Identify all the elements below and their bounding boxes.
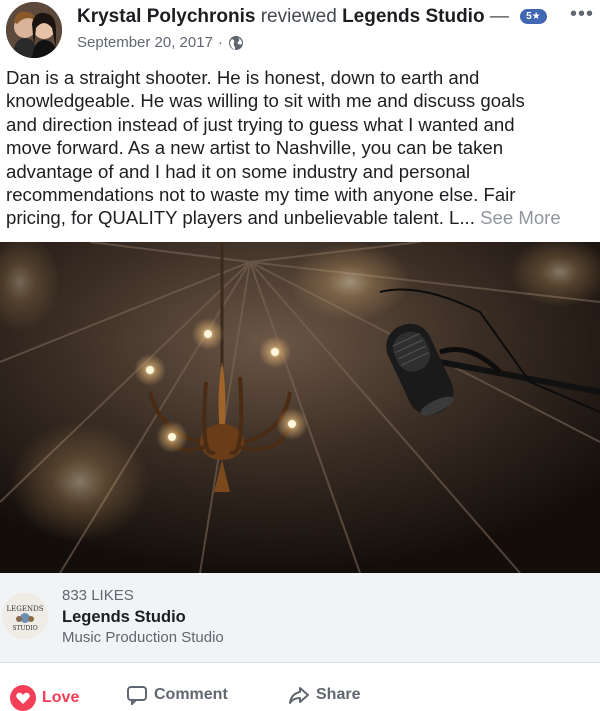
author-name[interactable]: Krystal Polychronis (77, 6, 255, 27)
comment-button[interactable]: Comment (126, 685, 228, 705)
share-button[interactable]: Share (288, 685, 360, 705)
svg-text:LEGENDS: LEGENDS (7, 605, 44, 613)
review-text: Dan is a straight shooter. He is honest,… (6, 66, 600, 230)
reviewed-page-link[interactable]: Legends Studio (342, 6, 485, 27)
page-info-bar[interactable]: LEGENDS STUDIO 833 LIKES Legends Studio … (0, 573, 600, 662)
review-line-last: pricing, for QUALITY players and unbelie… (6, 206, 600, 229)
share-label: Share (316, 686, 361, 703)
post-actions-bar: Love Comment Share (0, 662, 600, 711)
review-verb: reviewed (260, 6, 337, 27)
review-line: pricing, for QUALITY players and unbelie… (6, 207, 475, 229)
post-author-line: Krystal Polychronis reviewed Legends Stu… (77, 5, 547, 29)
dot-separator: · (217, 34, 223, 51)
post-dateline: September 20, 2017 · (77, 33, 244, 53)
page-category: Music Production Studio (62, 629, 224, 646)
separator: — (489, 6, 509, 27)
comment-label: Comment (154, 686, 228, 703)
love-label: Love (42, 689, 80, 706)
review-line: move forward. As a new artist to Nashvil… (6, 137, 504, 159)
love-button[interactable]: Love (10, 685, 79, 711)
share-icon (289, 687, 309, 704)
page-name[interactable]: Legends Studio (62, 608, 186, 627)
review-line: knowledgeable. He was willing to sit wit… (6, 90, 525, 112)
svg-text:STUDIO: STUDIO (12, 625, 37, 632)
rating-badge: 5★ (520, 9, 547, 24)
post-date[interactable]: September 20, 2017 (77, 33, 213, 53)
page-likes: 833 LIKES (62, 587, 134, 604)
love-icon (10, 685, 36, 711)
more-icon[interactable]: ••• (570, 4, 594, 24)
comment-icon (127, 686, 147, 705)
review-line: Dan is a straight shooter. He is honest,… (6, 67, 480, 88)
post-photo[interactable] (0, 242, 600, 573)
review-line: recommendations not to waste my time wit… (6, 184, 516, 206)
post-header: Krystal Polychronis reviewed Legends Stu… (0, 0, 600, 62)
author-avatar[interactable] (6, 2, 62, 58)
review-line: and direction instead of just trying to … (6, 113, 515, 135)
page-logo[interactable]: LEGENDS STUDIO (2, 593, 48, 639)
review-line: advantage of and I had it on some indust… (6, 160, 471, 182)
see-more-link[interactable]: See More (480, 207, 561, 228)
globe-icon (228, 36, 243, 50)
